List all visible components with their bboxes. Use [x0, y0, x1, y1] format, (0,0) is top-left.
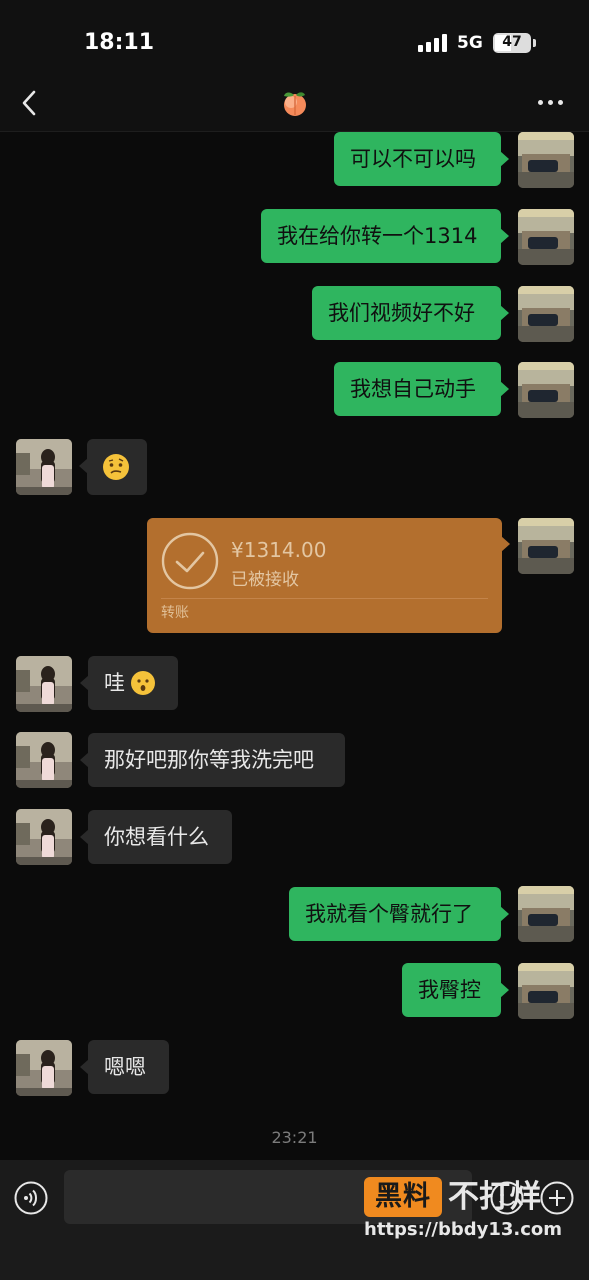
my-avatar[interactable]: [518, 132, 574, 188]
contact-avatar[interactable]: [16, 809, 72, 865]
contact-avatar[interactable]: [16, 732, 72, 788]
avatar-photo-girl-icon: [16, 656, 72, 712]
status-time: 18:11: [84, 30, 155, 55]
chat-header: [0, 76, 589, 132]
avatar-photo-street-icon: [518, 963, 574, 1019]
voice-icon: [14, 1181, 48, 1215]
avatar-photo-girl-icon: [16, 439, 72, 495]
hushed-face-icon: [131, 671, 155, 695]
avatar-photo-street-icon: [518, 886, 574, 942]
battery-icon: 47: [493, 33, 531, 53]
my-avatar[interactable]: [518, 963, 574, 1019]
avatar-photo-street-icon: [518, 518, 574, 574]
voice-button[interactable]: [14, 1181, 48, 1215]
my-avatar[interactable]: [518, 518, 574, 574]
status-bar: 18:11 5G 47: [0, 0, 589, 76]
more-button[interactable]: [536, 98, 566, 108]
message-bubble-outgoing[interactable]: 我就看个臀就行了: [289, 887, 509, 941]
contact-avatar[interactable]: [16, 656, 72, 712]
message-bubble-outgoing[interactable]: 我想自己动手: [334, 362, 509, 416]
back-button[interactable]: [18, 88, 42, 118]
message-bubble-outgoing[interactable]: 我们视频好不好: [312, 286, 509, 340]
message-bubble-incoming[interactable]: 哇: [80, 656, 178, 710]
battery-percent: 47: [502, 34, 522, 50]
check-circle-icon: [161, 532, 219, 590]
watermark: 黑料 不打烊 https://bbdy13.com: [364, 1177, 574, 1247]
network-type: 5G: [457, 33, 483, 53]
peach-icon: [284, 92, 306, 116]
message-bubble-incoming[interactable]: [79, 439, 147, 495]
message-bubble-incoming[interactable]: 那好吧那你等我洗完吧: [80, 733, 345, 787]
avatar-photo-street-icon: [518, 362, 574, 418]
my-avatar[interactable]: [518, 886, 574, 942]
transfer-label: 转账: [161, 605, 189, 621]
contact-avatar[interactable]: [16, 1040, 72, 1096]
watermark-url: https://bbdy13.com: [364, 1219, 563, 1240]
avatar-photo-street-icon: [518, 286, 574, 342]
my-avatar[interactable]: [518, 286, 574, 342]
watermark-badge: 黑料: [364, 1177, 442, 1217]
chevron-left-icon: [22, 90, 36, 116]
confused-face-icon: [103, 454, 129, 480]
avatar-photo-girl-icon: [16, 732, 72, 788]
message-bubble-incoming[interactable]: 你想看什么: [80, 810, 232, 864]
transfer-status: 已被接收: [231, 570, 299, 590]
my-avatar[interactable]: [518, 209, 574, 265]
message-text: 哇: [104, 671, 125, 695]
watermark-text: 不打烊: [448, 1179, 541, 1215]
my-avatar[interactable]: [518, 362, 574, 418]
message-timestamp: 23:21: [271, 1128, 318, 1147]
transfer-amount: ¥1314.00: [231, 538, 327, 562]
transfer-divider: [161, 598, 488, 599]
message-bubble-incoming[interactable]: 嗯嗯: [80, 1040, 169, 1094]
avatar-photo-street-icon: [518, 209, 574, 265]
avatar-photo-girl-icon: [16, 809, 72, 865]
message-bubble-outgoing[interactable]: 我在给你转一个1314: [261, 209, 509, 263]
chat-title-peach-icon: [280, 88, 310, 118]
avatar-photo-girl-icon: [16, 1040, 72, 1096]
message-bubble-outgoing[interactable]: 可以不可以吗: [334, 132, 509, 186]
signal-icon: [418, 34, 448, 52]
transfer-card[interactable]: ¥1314.00 已被接收 转账: [147, 518, 510, 633]
contact-avatar[interactable]: [16, 439, 72, 495]
battery-tip: [533, 39, 536, 47]
message-bubble-outgoing[interactable]: 我臀控: [402, 963, 509, 1017]
avatar-photo-street-icon: [518, 132, 574, 188]
